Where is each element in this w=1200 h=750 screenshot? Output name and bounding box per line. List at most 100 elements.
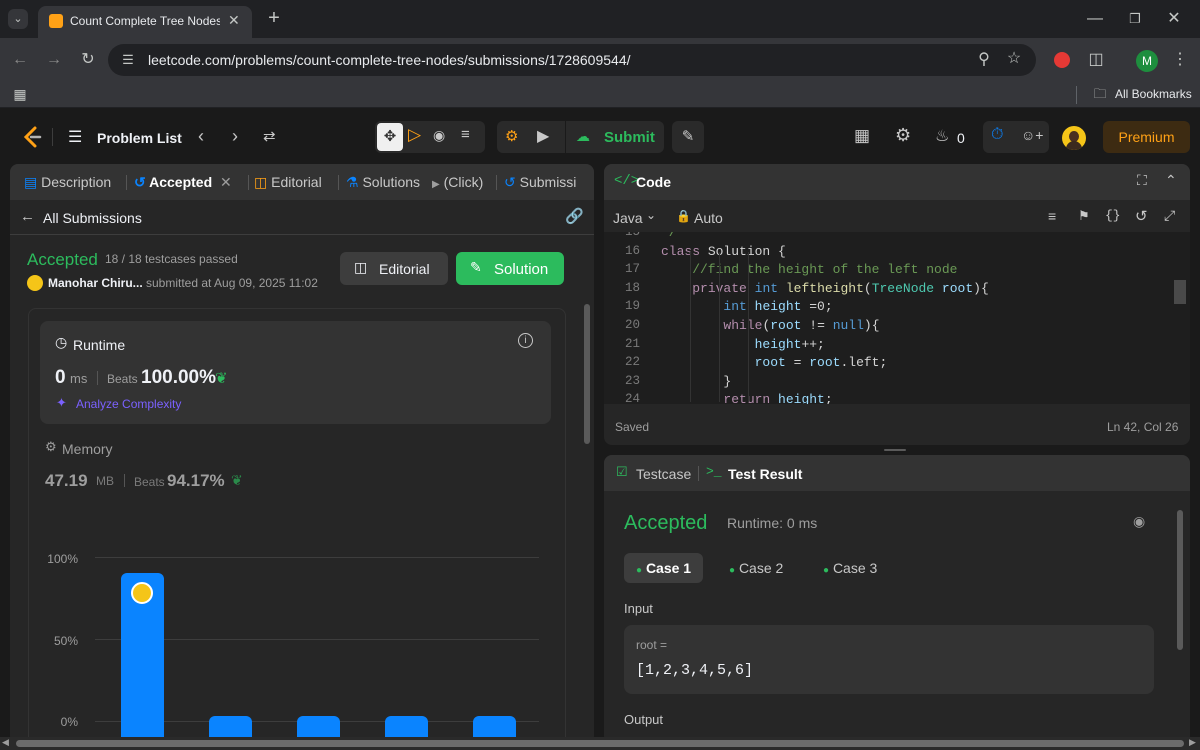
- close-tab-icon[interactable]: ✕: [228, 12, 240, 29]
- chart-bar[interactable]: [209, 716, 252, 737]
- braces-icon[interactable]: {}: [1105, 208, 1121, 223]
- move-icon[interactable]: ✥: [377, 123, 403, 151]
- back-arrow-icon[interactable]: ←: [20, 208, 35, 225]
- timer-icon[interactable]: ⏱: [991, 126, 1003, 144]
- result-scrollbar[interactable]: [1177, 510, 1183, 650]
- prev-problem-icon[interactable]: ‹: [198, 126, 204, 147]
- maximize-icon[interactable]: ⛶: [1137, 172, 1147, 189]
- expand-icon[interactable]: ⤢: [1164, 207, 1175, 224]
- tab-click[interactable]: ▶ (Click): [432, 174, 483, 190]
- code-line[interactable]: 22 root = root.left;: [604, 355, 1170, 374]
- site-info-icon[interactable]: ☰: [118, 50, 138, 70]
- tab-accepted[interactable]: ↺ Accepted ✕: [134, 174, 232, 191]
- tab-divider: [248, 175, 249, 190]
- submitter-name[interactable]: Manohar Chiru...: [48, 276, 143, 290]
- close-tab-accepted-icon[interactable]: ✕: [220, 174, 232, 190]
- editor-scrollbar[interactable]: [1174, 280, 1186, 304]
- next-problem-icon[interactable]: ›: [232, 126, 238, 147]
- code-line[interactable]: 21 height++;: [604, 337, 1170, 356]
- code-line[interactable]: 16 class Solution {: [604, 244, 1170, 263]
- forward-icon[interactable]: →: [44, 50, 64, 70]
- minimize-icon[interactable]: —: [1085, 9, 1105, 29]
- omnibox[interactable]: ☰ leetcode.com/problems/count-complete-t…: [108, 44, 1036, 76]
- language-select[interactable]: Java: [613, 210, 643, 226]
- analyze-complexity-link[interactable]: Analyze Complexity: [76, 397, 181, 411]
- tab-testcase[interactable]: Testcase: [636, 466, 691, 482]
- editorial-button[interactable]: ◫ Editorial: [340, 252, 448, 285]
- scrollbar-thumb[interactable]: [16, 740, 1184, 747]
- list-icon[interactable]: ☰: [68, 127, 82, 147]
- code-line[interactable]: 17 //find the height of the left node: [604, 262, 1170, 281]
- chart-bar[interactable]: [297, 716, 340, 737]
- settings-sliders-icon[interactable]: ≡: [461, 126, 470, 143]
- code-line[interactable]: 24 return height;: [604, 392, 1170, 404]
- code-line[interactable]: 15 */: [604, 232, 1170, 244]
- horizontal-scrollbar[interactable]: ◀ ▶: [0, 737, 1200, 750]
- extension-red-icon[interactable]: [1054, 52, 1070, 68]
- new-tab-icon[interactable]: +: [264, 8, 284, 28]
- case-3-tab[interactable]: ● Case 3: [811, 553, 889, 583]
- problem-list-link[interactable]: Problem List: [97, 130, 182, 146]
- code-line[interactable]: 18 private int leftheight(TreeNode root)…: [604, 281, 1170, 300]
- scroll-right-icon[interactable]: ▶: [1189, 737, 1196, 748]
- memory-label[interactable]: Memory: [62, 441, 113, 457]
- browser-menu-icon[interactable]: ⋮: [1170, 50, 1190, 70]
- bookmark-star-icon[interactable]: ☆: [1004, 49, 1024, 69]
- reload-icon[interactable]: ↻: [78, 50, 98, 70]
- debug-icon[interactable]: ⚙: [505, 127, 518, 145]
- tab-submissions[interactable]: ↺ Submissi: [504, 174, 576, 191]
- shuffle-icon[interactable]: ⇄: [263, 127, 276, 145]
- input-box[interactable]: root = [1,2,3,4,5,6]: [624, 625, 1154, 694]
- code-editor[interactable]: 15 */ 16 class Solution {17 //find the heig…: [604, 232, 1190, 404]
- chevron-down-icon[interactable]: ⌄: [646, 208, 656, 222]
- tab-description[interactable]: ▤ Description: [24, 174, 111, 191]
- hide-icon[interactable]: ◉: [433, 127, 445, 144]
- panel-resize-handle[interactable]: [884, 449, 906, 451]
- info-icon[interactable]: i: [518, 333, 533, 348]
- tab-test-result[interactable]: Test Result: [728, 466, 802, 482]
- chart-bar[interactable]: [473, 716, 516, 737]
- extensions-puzzle-icon[interactable]: ◫: [1086, 50, 1106, 70]
- back-icon[interactable]: ←: [10, 50, 30, 70]
- code-line[interactable]: 20 while(root != null){: [604, 318, 1170, 337]
- bookmark-icon[interactable]: ⚑: [1078, 208, 1090, 224]
- share-link-icon[interactable]: 🔗: [565, 207, 584, 225]
- submit-button[interactable]: ☁ Submit: [565, 121, 664, 153]
- auto-mode[interactable]: Auto: [694, 210, 723, 226]
- solution-button[interactable]: ✎ Solution: [456, 252, 564, 285]
- notes-button[interactable]: ✎: [672, 121, 704, 153]
- premium-button[interactable]: Premium: [1103, 121, 1190, 153]
- run-icon[interactable]: ▶: [537, 126, 549, 146]
- browser-tab[interactable]: Count Complete Tree Nodes - L ✕: [38, 6, 252, 38]
- eye-icon[interactable]: ◉: [1133, 513, 1145, 530]
- tab-search-icon[interactable]: ⌄: [8, 9, 28, 29]
- leetcode-logo-icon[interactable]: [22, 126, 42, 148]
- all-bookmarks-link[interactable]: All Bookmarks: [1115, 87, 1192, 101]
- restore-icon[interactable]: ❐: [1125, 9, 1145, 29]
- case-1-tab[interactable]: ● Case 1: [624, 553, 704, 583]
- add-friend-icon[interactable]: ☺+: [1021, 127, 1043, 143]
- apps-grid-icon[interactable]: ▦: [10, 84, 30, 104]
- profile-avatar[interactable]: M: [1136, 50, 1158, 72]
- code-line[interactable]: 19 int height =0;: [604, 299, 1170, 318]
- scroll-left-icon[interactable]: ◀: [2, 737, 9, 748]
- url-text[interactable]: leetcode.com/problems/count-complete-tre…: [148, 52, 631, 68]
- left-panel-scrollbar[interactable]: [584, 304, 590, 444]
- layout-grid-icon[interactable]: ▦: [854, 126, 870, 146]
- format-icon[interactable]: ≡: [1048, 208, 1056, 224]
- all-submissions-link[interactable]: All Submissions: [43, 210, 142, 226]
- case-2-tab[interactable]: ● Case 2: [717, 553, 795, 583]
- chart-bar[interactable]: [385, 716, 428, 737]
- reset-icon[interactable]: ↺: [1135, 207, 1148, 225]
- runtime-card[interactable]: ◷ Runtime i 0 ms Beats 100.00% ❦ ✦ Analy…: [40, 321, 551, 424]
- settings-gear-icon[interactable]: ⚙: [895, 125, 911, 146]
- collapse-icon[interactable]: ⌃: [1165, 172, 1177, 189]
- submitter-avatar[interactable]: [27, 275, 43, 291]
- close-window-icon[interactable]: ✕: [1164, 9, 1184, 29]
- code-line[interactable]: 23 }: [604, 374, 1170, 393]
- tab-solutions[interactable]: ⚗ Solutions: [346, 174, 420, 191]
- run-outline-icon[interactable]: ▷: [408, 125, 421, 145]
- tab-editorial[interactable]: ◫ Editorial: [254, 174, 322, 191]
- streak-fire-icon[interactable]: ♨: [935, 126, 949, 146]
- zoom-icon[interactable]: ⚲: [974, 50, 994, 70]
